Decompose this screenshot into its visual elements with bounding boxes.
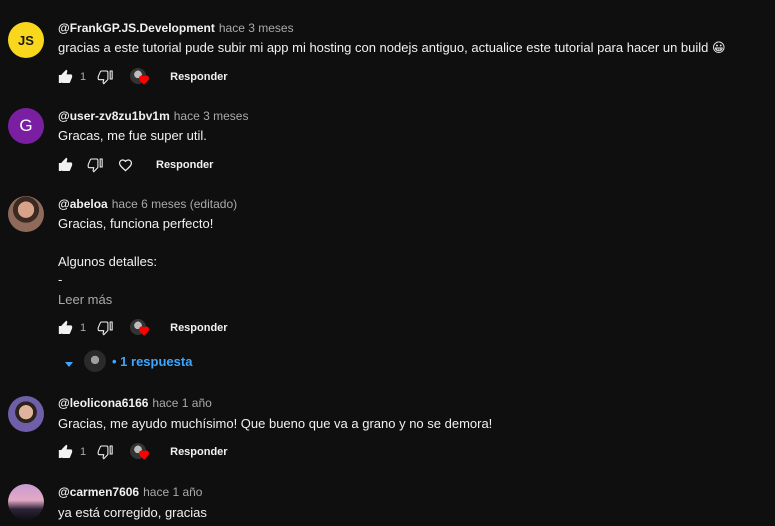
comment-time[interactable]: hace 1 año (152, 396, 211, 410)
author-handle[interactable]: @user-zv8zu1bv1m (58, 109, 170, 123)
avatar-initials: JS (18, 32, 34, 48)
avatar[interactable]: G (8, 108, 44, 144)
replies-toggle[interactable]: • 1 respuesta (64, 350, 192, 372)
comment-header: @carmen7606 hace 1 año (58, 485, 202, 499)
read-more-link[interactable]: Leer más (58, 292, 112, 307)
creator-heart-icon (130, 319, 150, 337)
author-handle[interactable]: @leolicona6166 (58, 396, 148, 410)
comment-text: - (58, 272, 63, 287)
comment-time[interactable]: hace 3 meses (174, 109, 249, 123)
comment-actions: Responder (56, 155, 213, 175)
thumb-down-icon[interactable] (96, 443, 114, 461)
reply-button[interactable]: Responder (156, 159, 213, 171)
comment-header: @FrankGP.JS.Development hace 3 meses (58, 21, 294, 35)
caret-down-icon (64, 356, 74, 367)
thumb-up-icon[interactable] (56, 319, 74, 337)
comment-time[interactable]: hace 3 meses (219, 21, 294, 35)
creator-heart-icon (130, 68, 150, 86)
comment-header: @user-zv8zu1bv1m hace 3 meses (58, 109, 248, 123)
comment-actions: 1 Responder (56, 318, 228, 338)
comment-actions: 1 Responder (56, 67, 228, 87)
thumb-down-icon[interactable] (96, 68, 114, 86)
like-count: 1 (80, 322, 87, 334)
thumb-up-icon[interactable] (56, 68, 74, 86)
avatar-initials: G (19, 116, 33, 135)
comment-text: Gracias, me ayudo muchísimo! Que bueno q… (58, 416, 493, 431)
author-handle[interactable]: @FrankGP.JS.Development (58, 21, 215, 35)
thumb-up-icon[interactable] (56, 443, 74, 461)
comment-text: Gracas, me fue super util. (58, 128, 207, 143)
comment-time[interactable]: hace 6 meses (editado) (112, 197, 237, 211)
avatar[interactable]: JS (8, 22, 44, 58)
like-count: 1 (80, 71, 87, 83)
heart-icon[interactable] (116, 156, 134, 174)
comment-header: @leolicona6166 hace 1 año (58, 396, 212, 410)
comment-text: Gracias, funciona perfecto! (58, 216, 214, 231)
author-handle[interactable]: @carmen7606 (58, 485, 139, 499)
author-handle[interactable]: @abeloa (58, 197, 108, 211)
thumb-down-icon[interactable] (96, 319, 114, 337)
creator-heart-icon (130, 443, 150, 461)
comment-text: Algunos detalles: (58, 254, 158, 269)
thumb-down-icon[interactable] (86, 156, 104, 174)
comment-text: gracias a este tutorial pude subir mi ap… (58, 40, 726, 55)
reply-avatar (84, 350, 106, 372)
avatar[interactable] (8, 396, 44, 432)
like-count: 1 (80, 446, 87, 458)
comment-time[interactable]: hace 1 año (143, 485, 202, 499)
replies-count-label[interactable]: • 1 respuesta (112, 354, 192, 369)
reply-button[interactable]: Responder (170, 322, 227, 334)
avatar[interactable] (8, 484, 44, 520)
reply-button[interactable]: Responder (170, 71, 227, 83)
comment-header: @abeloa hace 6 meses (editado) (58, 197, 237, 211)
reply-button[interactable]: Responder (170, 446, 227, 458)
comment-actions: 1 Responder (56, 442, 228, 462)
thumb-up-icon[interactable] (56, 156, 74, 174)
avatar[interactable] (8, 196, 44, 232)
comment-text: ya está corregido, gracias (58, 505, 207, 520)
